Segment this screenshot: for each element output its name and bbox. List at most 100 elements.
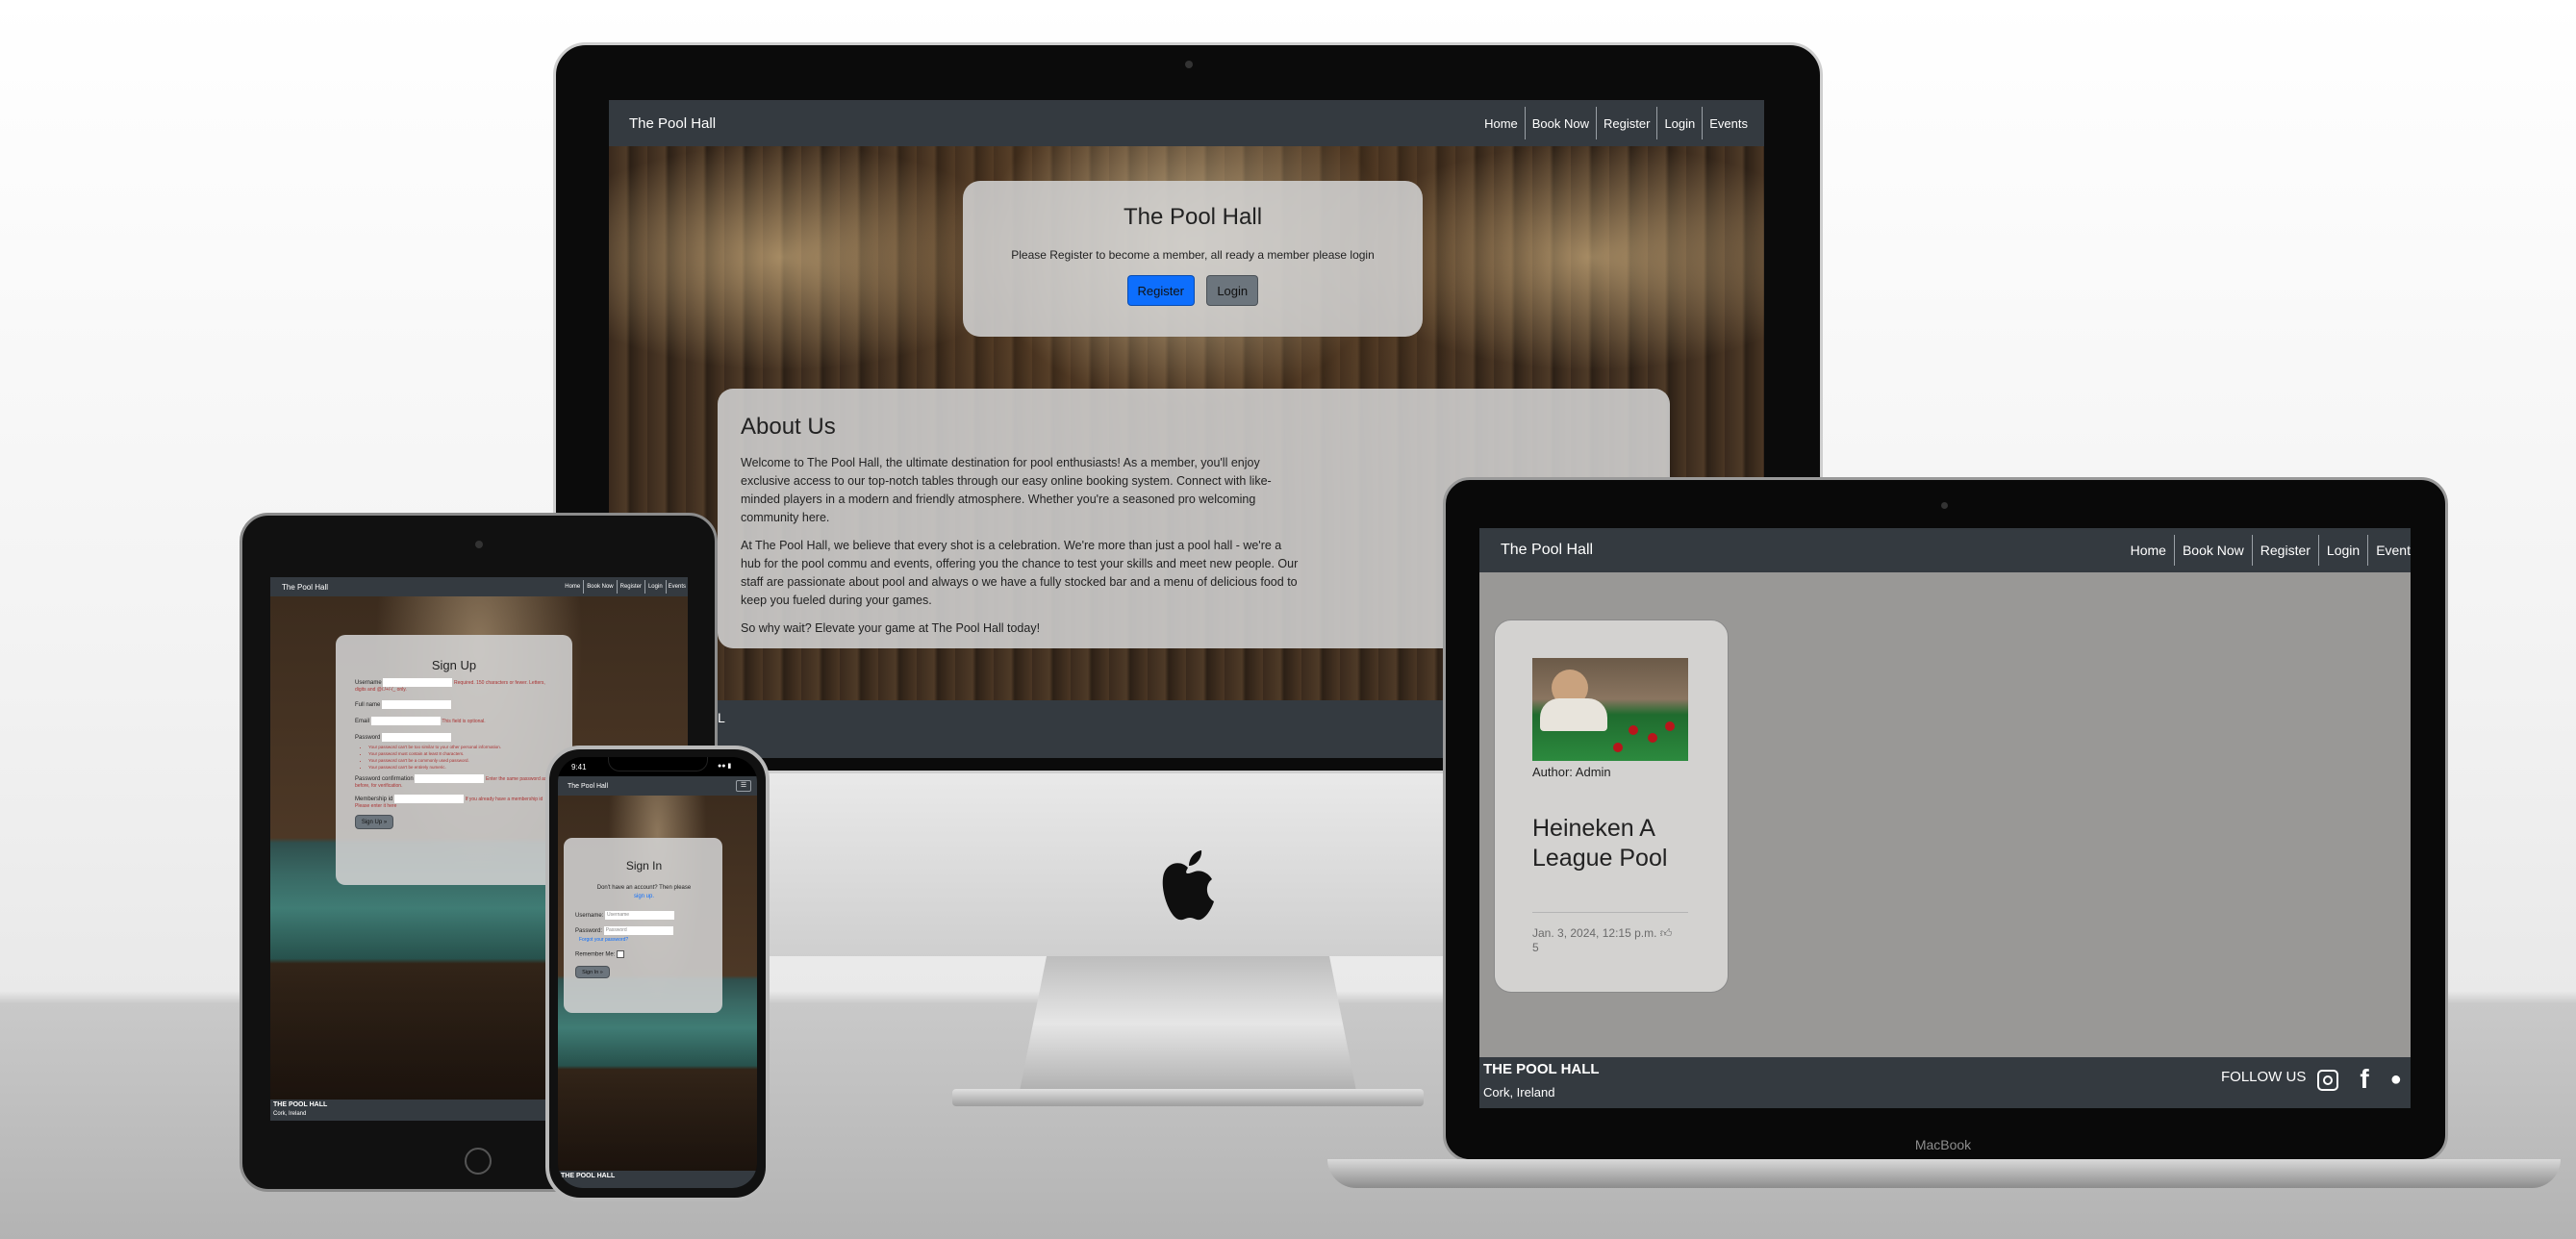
signup-card: Sign Up Username Required. 150 character…: [336, 635, 572, 885]
macbook-navbar: The Pool Hall Home Book Now Register Log…: [1479, 528, 2411, 572]
macbook-base: [1327, 1159, 2561, 1188]
nav-links: Home Book Now Register Login Events: [1477, 100, 1755, 146]
facebook-icon[interactable]: f: [2360, 1064, 2368, 1095]
ball-3: [1665, 721, 1675, 731]
imac-stand: [1020, 956, 1356, 1091]
post-divider: [1532, 912, 1688, 913]
nav-home[interactable]: Home: [1477, 107, 1525, 139]
username-label: Username:: [575, 913, 604, 920]
forgot-password-link[interactable]: Forgot your password?: [579, 937, 713, 943]
hero-title: The Pool Hall: [1123, 204, 1263, 230]
nav-home[interactable]: Home: [562, 580, 583, 594]
navbar-brand[interactable]: The Pool Hall: [629, 115, 716, 132]
email-row: Email This field is optional.: [355, 717, 553, 725]
membership-input[interactable]: [394, 795, 465, 803]
imac-base: [952, 1089, 1424, 1106]
status-bar: 9:41 ●● ▮: [558, 757, 757, 776]
instagram-icon[interactable]: [2317, 1070, 2339, 1091]
signup-prompt: Don't have an account? Then please sign …: [575, 884, 713, 901]
password-label: Password:: [575, 928, 603, 935]
password-input[interactable]: Password: [603, 926, 673, 935]
macbook-camera: [1941, 502, 1948, 509]
event-card[interactable]: Author: Admin Heineken A League Pool Jan…: [1494, 620, 1729, 993]
about-title: About Us: [741, 414, 836, 440]
nav-home[interactable]: Home: [2123, 535, 2174, 566]
player-shirt: [1540, 698, 1607, 731]
footer-fragment: L: [718, 710, 725, 725]
confirm-label: Password confirmation: [355, 776, 414, 783]
ball-1: [1629, 725, 1638, 735]
signin-title: Sign In: [625, 859, 663, 872]
status-time: 9:41: [571, 763, 587, 771]
nav-login[interactable]: Login: [644, 580, 666, 594]
remember-checkbox[interactable]: [617, 950, 625, 958]
password-row: Password: [355, 733, 553, 742]
follow-us: FOLLOW US f ●: [2221, 1061, 2402, 1095]
password-rules: Your password can't be too similar to yo…: [355, 744, 553, 771]
iphone-footer: THE POOL HALL: [558, 1171, 757, 1188]
email-label: Email: [355, 719, 370, 725]
signup-button[interactable]: Sign Up »: [355, 815, 393, 829]
navbar-brand[interactable]: The Pool Hall: [568, 783, 608, 790]
post-meta: Jan. 3, 2024, 12:15 p.m. 👍︎ 5: [1532, 926, 1696, 955]
confirm-row: Password confirmation Enter the same pas…: [355, 774, 553, 789]
macbook-footer: THE POOL HALL Cork, Ireland FOLLOW US f …: [1479, 1057, 2411, 1108]
ipad-navbar: The Pool Hall Home Book Now Register Log…: [270, 577, 688, 596]
membership-row: Membership id If you already have a memb…: [355, 795, 553, 809]
post-title[interactable]: Heineken A League Pool: [1532, 814, 1696, 873]
password-input[interactable]: [382, 733, 452, 742]
password-rule: Your password can't be entirely numeric.: [368, 764, 553, 771]
signin-button[interactable]: Sign In »: [575, 966, 610, 978]
login-button[interactable]: Login: [1206, 275, 1259, 306]
social-icon-partial[interactable]: ●: [2390, 1069, 2402, 1091]
imac-camera: [1185, 61, 1193, 68]
macbook-label: MacBook: [1914, 1137, 1972, 1152]
hero-card: The Pool Hall Please Register to become …: [963, 181, 1423, 337]
nav-book-now[interactable]: Book Now: [583, 580, 616, 594]
register-button[interactable]: Register: [1126, 275, 1195, 306]
nav-events[interactable]: Event: [2367, 534, 2411, 567]
post-date: Jan. 3, 2024, 12:15 p.m.: [1532, 926, 1657, 940]
username-input[interactable]: [383, 678, 453, 687]
hamburger-menu-icon[interactable]: ☰: [736, 780, 751, 792]
nav-events[interactable]: Events: [665, 580, 688, 594]
event-image: [1532, 658, 1688, 761]
imac-navbar: The Pool Hall Home Book Now Register Log…: [609, 100, 1764, 146]
nav-login[interactable]: Login: [1656, 107, 1702, 139]
remember-row: Remember Me:: [575, 950, 713, 958]
thumbs-up-icon[interactable]: 👍︎: [1660, 926, 1673, 940]
nav-book-now[interactable]: Book Now: [1524, 107, 1596, 139]
fullname-row: Full name: [355, 700, 553, 709]
hero-text: Please Register to become a member, all …: [1011, 248, 1375, 262]
ipad-home-button: [465, 1148, 492, 1175]
password-rule: Your password must contain at least 8 ch…: [368, 750, 553, 757]
about-paragraph-1: Welcome to The Pool Hall, the ultimate d…: [741, 456, 1272, 524]
password-rule: Your password can't be too similar to yo…: [368, 744, 553, 750]
signin-card: Sign In Don't have an account? Then plea…: [564, 838, 722, 1013]
username-row: Username Required. 150 characters or few…: [355, 678, 553, 693]
username-input[interactable]: Username: [605, 911, 675, 920]
navbar-brand[interactable]: The Pool Hall: [282, 583, 328, 592]
email-input[interactable]: [370, 717, 441, 725]
nav-register[interactable]: Register: [616, 580, 644, 594]
post-author: Author: Admin: [1532, 765, 1611, 779]
nav-register[interactable]: Register: [1596, 107, 1656, 139]
nav-links: Home Book Now Register Login Event: [2123, 528, 2411, 572]
iphone-screen: 9:41 ●● ▮ The Pool Hall ☰ Sign In Don't …: [558, 757, 757, 1188]
confirm-input[interactable]: [415, 774, 485, 783]
instagram-lens: [2323, 1075, 2334, 1085]
email-help: This field is optional.: [442, 719, 486, 725]
nav-events[interactable]: Events: [1702, 107, 1755, 139]
footer-title: THE POOL HALL: [561, 1173, 616, 1179]
prompt-text: Don't have an account? Then please: [596, 885, 692, 891]
password-rule: Your password can't be a commonly used p…: [368, 757, 553, 764]
fullname-input[interactable]: [382, 700, 452, 709]
about-paragraph-2: At The Pool Hall, we believe that every …: [741, 539, 1299, 607]
navbar-brand[interactable]: The Pool Hall: [1501, 542, 1593, 559]
nav-register[interactable]: Register: [2251, 534, 2318, 567]
nav-book-now[interactable]: Book Now: [2173, 534, 2252, 567]
follow-label: FOLLOW US: [2221, 1068, 2307, 1085]
signup-link[interactable]: sign up.: [634, 894, 654, 899]
macbook-screen: The Pool Hall Home Book Now Register Log…: [1479, 528, 2411, 1108]
nav-login[interactable]: Login: [2317, 534, 2367, 567]
